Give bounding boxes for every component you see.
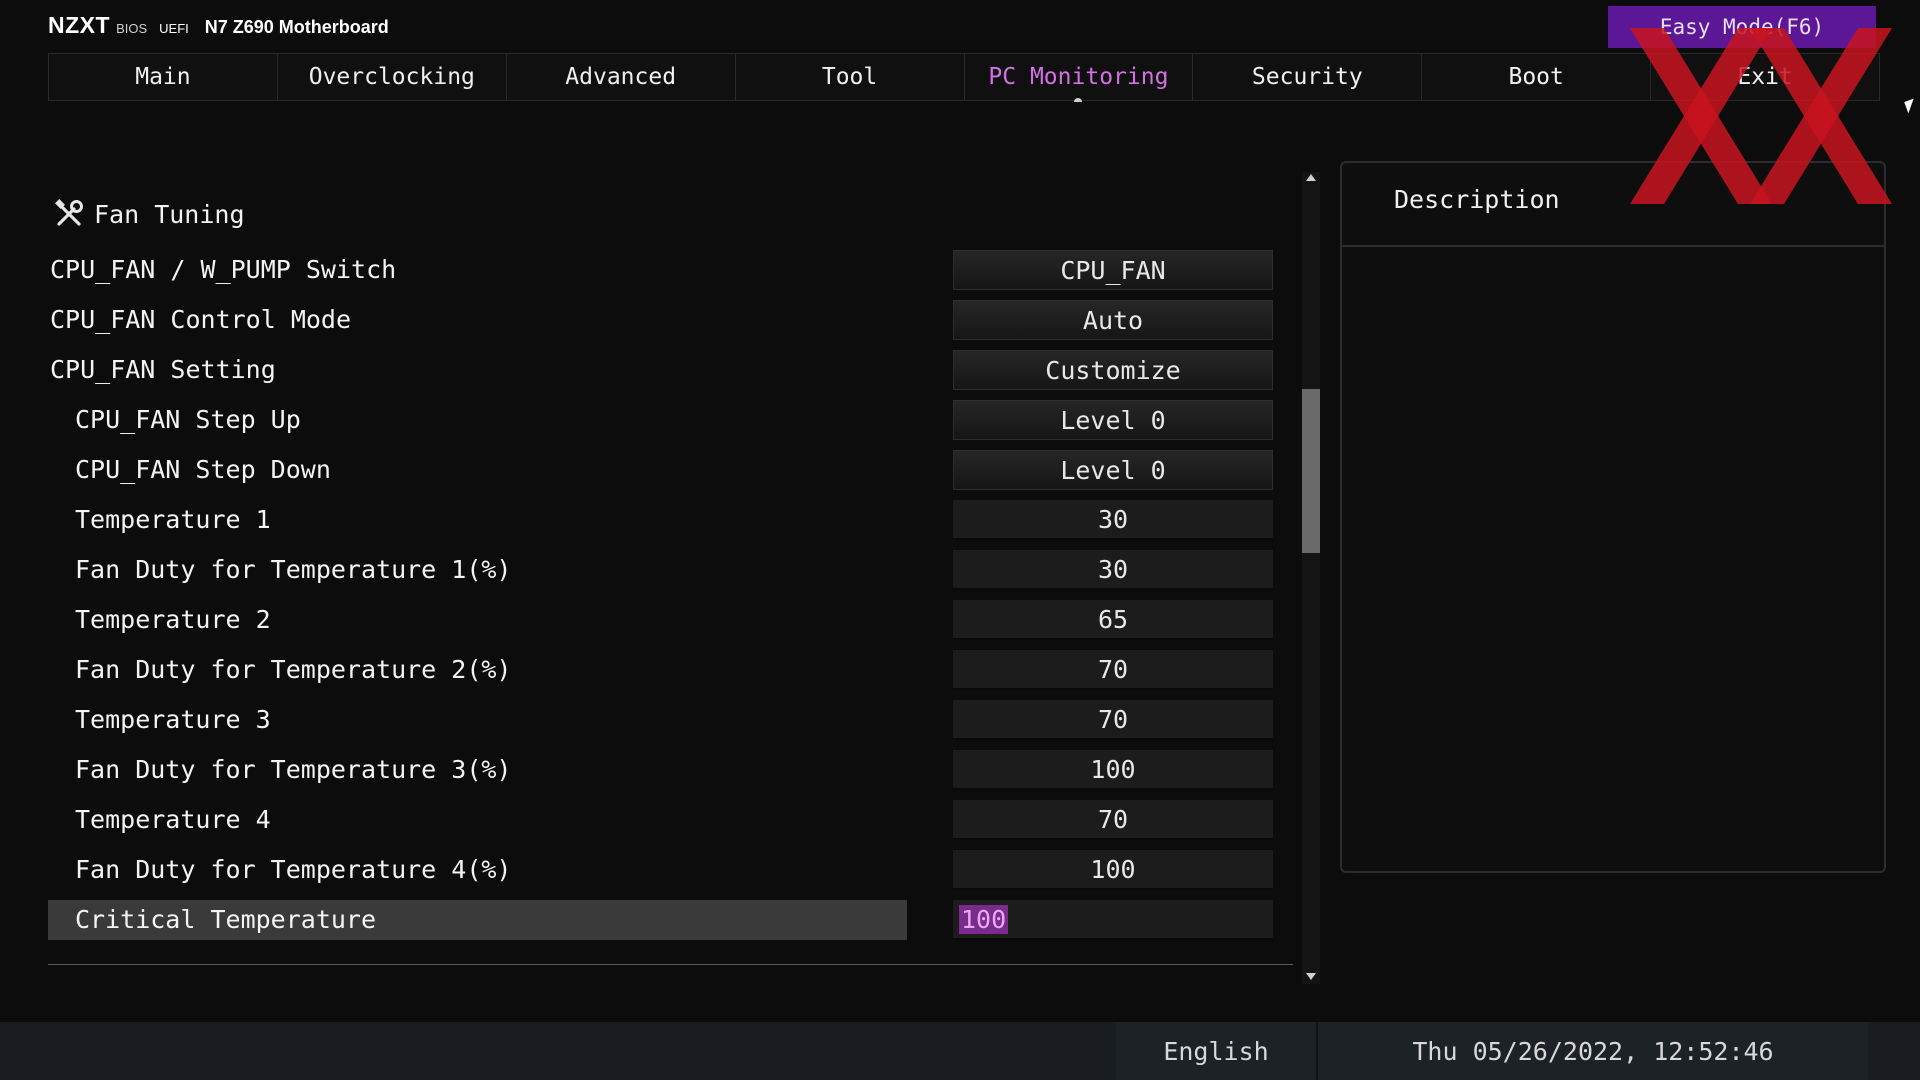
scrollbar-thumb[interactable]	[1302, 389, 1320, 553]
setting-cpu-fan-wpump-switch[interactable]: CPU_FAN / W_PUMP Switch CPU_FAN	[48, 250, 1273, 290]
tab-pc-monitoring[interactable]: PC Monitoring	[965, 54, 1194, 100]
setting-cpu-fan-control-mode[interactable]: CPU_FAN Control Mode Auto	[48, 300, 1273, 340]
brand-logo: NZXT	[48, 12, 111, 38]
setting-value-input[interactable]: 100	[953, 750, 1273, 790]
setting-temperature-4[interactable]: Temperature 4 70	[48, 800, 1273, 840]
date-time: Thu 05/26/2022, 12:52:46	[1316, 1022, 1868, 1080]
tab-tool[interactable]: Tool	[736, 54, 965, 100]
tab-security[interactable]: Security	[1193, 54, 1423, 100]
setting-label: Temperature 3	[75, 705, 271, 734]
setting-value-input[interactable]: 70	[953, 700, 1273, 740]
language-selector[interactable]: English	[1116, 1022, 1316, 1080]
setting-temperature-2[interactable]: Temperature 2 65	[48, 600, 1273, 640]
tab-main[interactable]: Main	[49, 54, 278, 100]
mouse-cursor-icon	[1904, 98, 1918, 114]
setting-value-dropdown[interactable]: Customize	[953, 350, 1273, 390]
scroll-down-arrow-icon[interactable]	[1306, 973, 1316, 980]
setting-label: CPU_FAN Step Up	[75, 405, 301, 434]
uefi-label: UEFI	[159, 21, 189, 36]
setting-label: CPU_FAN Control Mode	[50, 305, 352, 334]
setting-label: Fan Duty for Temperature 3(%)	[75, 755, 512, 784]
board-name: N7 Z690 Motherboard	[204, 17, 389, 37]
setting-value-input[interactable]: 70	[953, 800, 1273, 840]
bios-label: BIOS	[116, 21, 148, 36]
section-title: Fan Tuning	[52, 197, 245, 231]
setting-value-dropdown[interactable]: CPU_FAN	[953, 250, 1273, 290]
setting-value-input[interactable]: 30	[953, 500, 1273, 540]
setting-label: CPU_FAN Setting	[50, 355, 276, 384]
section-title-label: Fan Tuning	[94, 199, 245, 229]
scrollbar[interactable]	[1302, 172, 1320, 984]
setting-fan-duty-temp-3[interactable]: Fan Duty for Temperature 3(%) 100	[48, 750, 1273, 790]
setting-value-input[interactable]: 65	[953, 600, 1273, 640]
setting-cpu-fan-step-up[interactable]: CPU_FAN Step Up Level 0	[48, 400, 1273, 440]
setting-value-text: 100	[959, 904, 1009, 934]
setting-cpu-fan-setting[interactable]: CPU_FAN Setting Customize	[48, 350, 1273, 390]
setting-label: Fan Duty for Temperature 4(%)	[75, 855, 512, 884]
setting-temperature-1[interactable]: Temperature 1 30	[48, 500, 1273, 540]
list-divider	[48, 964, 1293, 965]
setting-label: CPU_FAN / W_PUMP Switch	[50, 255, 397, 284]
setting-temperature-3[interactable]: Temperature 3 70	[48, 700, 1273, 740]
setting-value-input[interactable]: 70	[953, 650, 1273, 690]
setting-value-input[interactable]: 100	[953, 900, 1273, 940]
setting-value-input[interactable]: 100	[953, 850, 1273, 890]
tab-advanced[interactable]: Advanced	[507, 54, 736, 100]
setting-label: Critical Temperature	[75, 905, 377, 934]
scroll-up-arrow-icon[interactable]	[1306, 174, 1316, 181]
tab-overclocking[interactable]: Overclocking	[278, 54, 507, 100]
setting-fan-duty-temp-2[interactable]: Fan Duty for Temperature 2(%) 70	[48, 650, 1273, 690]
setting-value-input[interactable]: 30	[953, 550, 1273, 590]
setting-value-dropdown[interactable]: Level 0	[953, 450, 1273, 490]
description-panel: Description	[1340, 161, 1886, 873]
main-tabs: Main Overclocking Advanced Tool PC Monit…	[48, 53, 1880, 101]
setting-label: Temperature 4	[75, 805, 271, 834]
setting-cpu-fan-step-down[interactable]: CPU_FAN Step Down Level 0	[48, 450, 1273, 490]
setting-label: Fan Duty for Temperature 1(%)	[75, 555, 512, 584]
setting-critical-temperature[interactable]: Critical Temperature 100	[48, 900, 1273, 940]
brand-header: NZXT BIOS UEFI N7 Z690 Motherboard	[48, 12, 389, 39]
setting-value-dropdown[interactable]: Auto	[953, 300, 1273, 340]
description-title: Description	[1394, 185, 1560, 214]
tools-icon	[55, 199, 83, 226]
tab-boot[interactable]: Boot	[1422, 54, 1652, 100]
setting-label: CPU_FAN Step Down	[75, 455, 331, 484]
setting-value-dropdown[interactable]: Level 0	[953, 400, 1273, 440]
setting-fan-duty-temp-1[interactable]: Fan Duty for Temperature 1(%) 30	[48, 550, 1273, 590]
setting-label: Fan Duty for Temperature 2(%)	[75, 655, 512, 684]
setting-fan-duty-temp-4[interactable]: Fan Duty for Temperature 4(%) 100	[48, 850, 1273, 890]
setting-label: Temperature 1	[75, 505, 271, 534]
setting-label: Temperature 2	[75, 605, 271, 634]
xx-watermark-icon	[1630, 28, 1892, 204]
